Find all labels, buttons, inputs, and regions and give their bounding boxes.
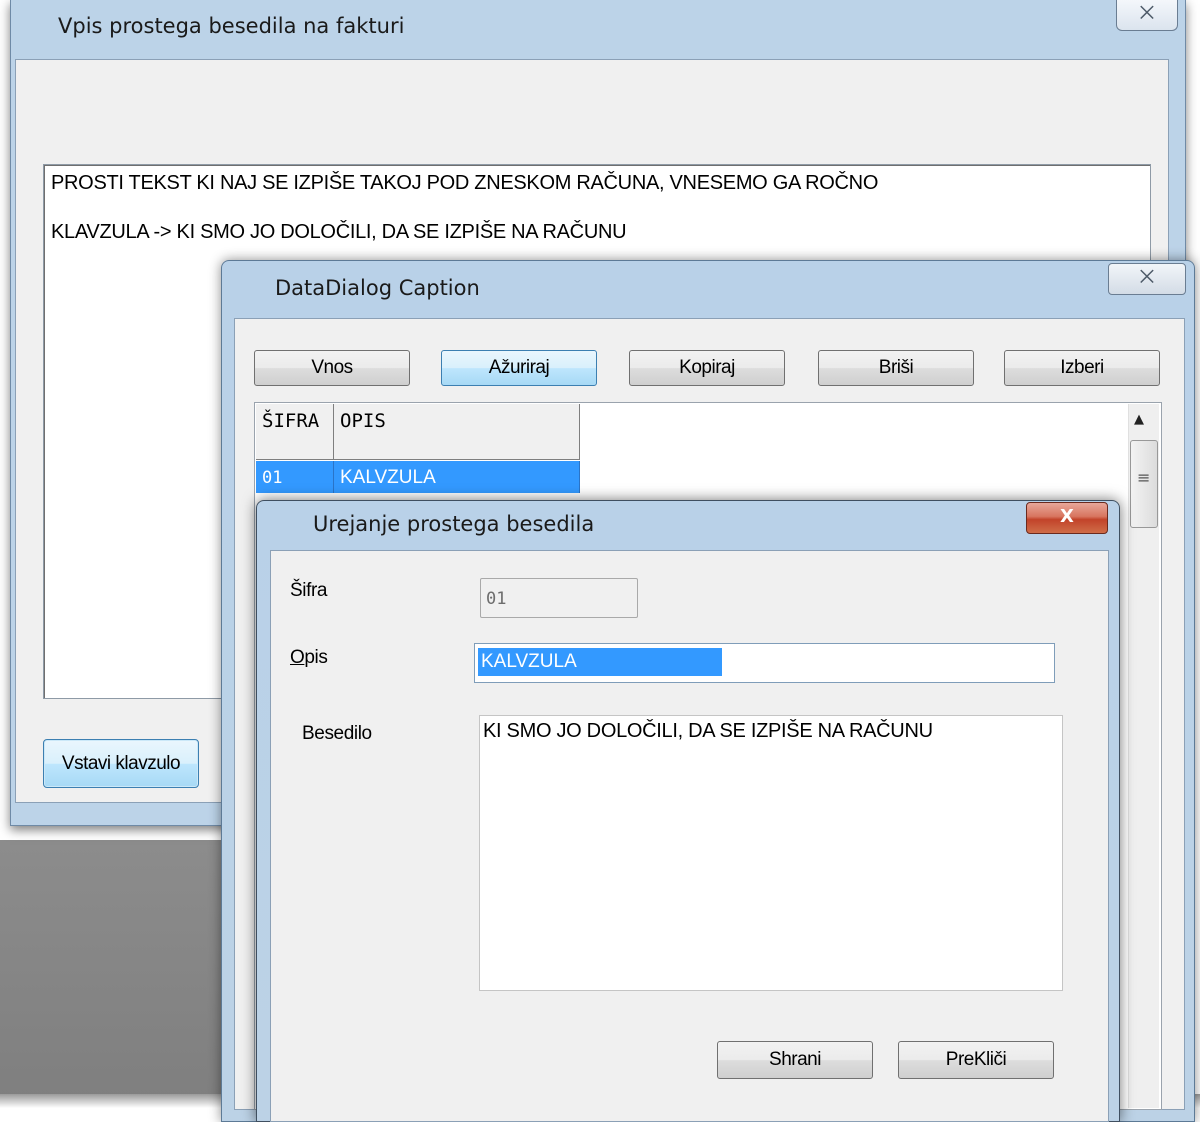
sifra-field: 01 [480,578,638,618]
free-text-line-2: KLAVZULA -> KI SMO JO DOLOČILI, DA SE IZ… [51,221,627,243]
izberi-button[interactable]: Izberi [1004,350,1160,386]
edit-dialog-title: Urejanje prostega besedila [313,512,595,536]
cancel-button[interactable]: PreKliči [898,1041,1054,1079]
brisi-button[interactable]: Briši [818,350,974,386]
besedilo-field[interactable] [479,715,1063,991]
table-row-cell-sifra[interactable]: 01 [256,461,334,493]
data-dialog-close-button[interactable]: ⨉ [1108,263,1186,295]
scrollbar-grip-icon: ≡ [1137,468,1151,487]
kopiraj-button[interactable]: Kopiraj [629,350,785,386]
besedilo-label: Besedilo [302,723,372,744]
main-window-title: Vpis prostega besedila na fakturi [58,14,405,38]
opis-label: Opis [290,647,328,669]
opis-label-rest: pis [304,647,328,668]
sifra-label: Šifra [290,580,328,601]
column-header-opis[interactable]: OPIS [334,404,580,460]
table-row-cell-opis[interactable]: KALVZULA [334,461,580,493]
insert-clause-button[interactable]: Vstavi klavzulo [43,739,199,788]
vnos-button[interactable]: Vnos [254,350,410,386]
besedilo-field-value: KI SMO JO DOLOČILI, DA SE IZPIŠE NA RAČU… [483,720,933,742]
main-window-close-button[interactable]: ⨉ [1116,0,1178,31]
edit-dialog-close-button[interactable]: X [1026,502,1108,534]
data-dialog-title: DataDialog Caption [275,276,480,300]
opis-field-value[interactable]: KALVZULA [478,648,722,676]
column-header-sifra[interactable]: ŠIFRA [256,404,334,460]
opis-label-mnemonic: O [290,647,305,668]
scroll-up-arrow-icon[interactable]: ▲ [1134,412,1144,427]
free-text-line-1: PROSTI TEKST KI NAJ SE IZPIŠE TAKOJ POD … [51,172,879,194]
background-shadow [0,840,222,1100]
save-button[interactable]: Shrani [717,1041,873,1079]
azuriraj-button[interactable]: Ažuriraj [441,350,597,386]
